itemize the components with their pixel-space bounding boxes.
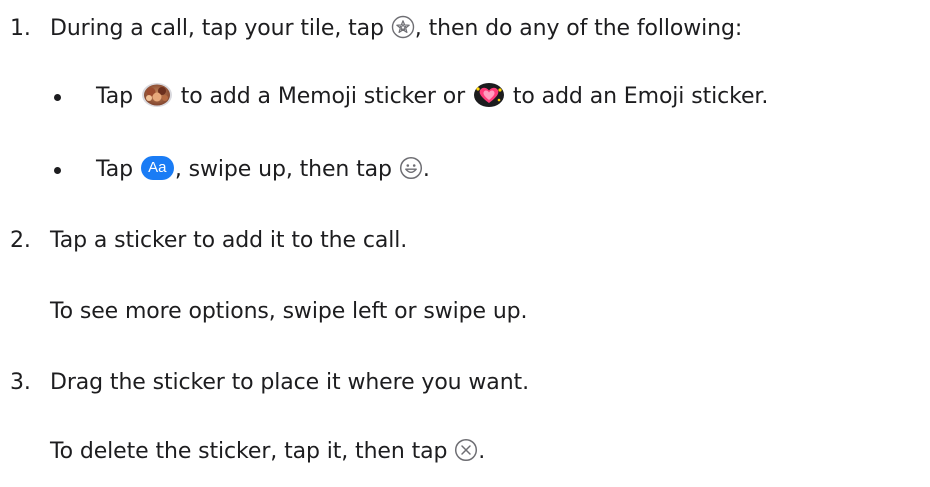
step-text-continued: , then do any of the following:: [414, 16, 743, 41]
step-text: Drag the sticker to place it where you w…: [50, 370, 529, 395]
emoji-stickers-icon: [472, 81, 506, 109]
step-number: 3.: [10, 370, 31, 395]
step-note: To delete the sticker, tap it, then tap: [50, 439, 448, 464]
step-number: 1.: [10, 16, 31, 41]
step-note-end: .: [478, 439, 486, 464]
step-number: 2.: [10, 228, 31, 253]
memoji-stickers-icon: [140, 81, 174, 109]
step-3-note: To delete the sticker, tap it, then tap …: [50, 437, 485, 467]
text-aa-icon: Aa: [140, 156, 174, 180]
step-note: To see more options, swipe left or swipe…: [50, 299, 528, 324]
bullet-text: to add an Emoji sticker.: [512, 84, 769, 109]
bullet-text: .: [422, 157, 430, 182]
sticker-effects-icon: [391, 15, 415, 39]
delete-circle-x-icon: [454, 438, 478, 462]
step-2-note: To see more options, swipe left or swipe…: [50, 297, 528, 327]
bullet-text: Tap: [96, 157, 133, 182]
smiley-icon: [399, 156, 423, 180]
bullet-dot: [54, 94, 61, 101]
step-text: During a call, tap your tile, tap: [50, 16, 384, 41]
bullet-text: , swipe up, then tap: [174, 157, 392, 182]
bullet-dot: [54, 167, 61, 174]
bullet-text: to add a Memoji sticker or: [180, 84, 466, 109]
step-text: Tap a sticker to add it to the call.: [50, 228, 408, 253]
bullet-text: Tap: [96, 84, 133, 109]
